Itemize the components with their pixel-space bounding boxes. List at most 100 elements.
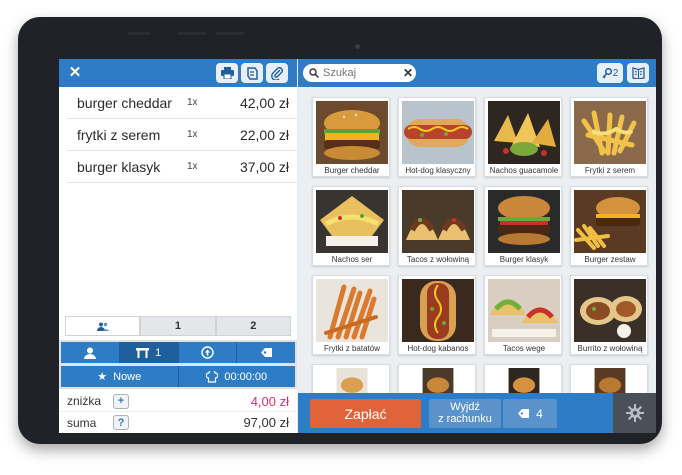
- product-label: Hot-dog klasyczny: [405, 166, 471, 175]
- product-card[interactable]: Frytki z batatów: [312, 275, 390, 355]
- timer-button[interactable]: 00:00:00: [178, 366, 295, 387]
- user-icon: [83, 347, 96, 359]
- order-info-bar: 1 ★ Nowe 00:00:00: [59, 340, 297, 389]
- sum-label: suma: [67, 415, 97, 430]
- product-card[interactable]: Nachos ser: [312, 186, 390, 266]
- product-card[interactable]: [312, 364, 390, 395]
- upload-button[interactable]: [178, 342, 238, 363]
- tab-1[interactable]: 1: [140, 316, 216, 336]
- product-card[interactable]: Burger klasyk: [484, 186, 562, 266]
- order-toolbar: ✕: [59, 59, 297, 87]
- product-label: Burger cheddar: [324, 166, 380, 175]
- sum-value: 97,00 zł: [243, 415, 289, 430]
- product-card[interactable]: Burger zestaw: [570, 186, 648, 266]
- tacos-beef-image: [402, 190, 474, 253]
- product-card[interactable]: [484, 364, 562, 395]
- discount-value: 4,00 zł: [250, 393, 289, 409]
- order-list: burger cheddar 1x 42,00 zł frytki z sere…: [67, 87, 297, 183]
- star-icon: ★: [97, 371, 108, 383]
- tablet-button: [216, 32, 244, 35]
- order-item-qty: 1x: [187, 97, 198, 108]
- menu-book-button[interactable]: [627, 63, 649, 83]
- table-icon: [136, 347, 150, 358]
- product-card[interactable]: Tacos wege: [484, 275, 562, 355]
- product-card[interactable]: Hot-dog kabanos: [398, 275, 476, 355]
- product-card[interactable]: Burrito z wołowiną: [570, 275, 648, 355]
- product-image: [594, 368, 626, 395]
- totals-panel: zniżka + 4,00 zł suma ? 97,00 zł: [59, 391, 297, 433]
- order-row[interactable]: burger klasyk 1x 37,00 zł: [67, 151, 297, 183]
- products-panel: ✕ 2 Burger cheddar Hot-dog kla: [298, 59, 656, 433]
- product-image: [508, 368, 540, 395]
- order-item-name: frytki z serem: [77, 126, 161, 143]
- tacos-veg-image: [488, 279, 560, 342]
- nachos-image: [488, 101, 560, 164]
- status-label: Nowe: [113, 370, 142, 383]
- order-item-price: 22,00 zł: [239, 126, 289, 143]
- info-row: ★ Nowe 00:00:00: [61, 366, 295, 387]
- key-button[interactable]: 2: [597, 63, 623, 83]
- sweet-potato-fries-image: [316, 279, 388, 342]
- nachos-cheese-image: [316, 190, 388, 253]
- product-card[interactable]: Nachos guacamole: [484, 97, 562, 177]
- product-card[interactable]: Frytki z serem: [570, 97, 648, 177]
- table-button[interactable]: 1: [119, 342, 179, 363]
- info-row: 1: [61, 342, 295, 363]
- exit-bill-button[interactable]: Wyjdź z rachunku: [429, 399, 501, 428]
- upload-circle-icon: [201, 346, 214, 359]
- tab-2[interactable]: 2: [215, 316, 291, 336]
- exit-label-line2: z rachunku: [438, 413, 492, 425]
- tags-button[interactable]: 4: [503, 399, 557, 428]
- split-button[interactable]: [241, 63, 263, 83]
- sum-row: suma ? 97,00 zł: [59, 412, 297, 433]
- product-card[interactable]: [398, 364, 476, 395]
- customer-button[interactable]: [61, 342, 120, 363]
- timer-value: 00:00:00: [224, 370, 268, 383]
- table-number: 1: [155, 346, 162, 359]
- product-label: Tacos z wołowiną: [406, 255, 470, 264]
- order-row[interactable]: burger cheddar 1x 42,00 zł: [67, 87, 297, 119]
- status-new-button[interactable]: ★ Nowe: [61, 366, 179, 387]
- clear-search-icon[interactable]: ✕: [403, 66, 413, 80]
- order-item-name: burger klasyk: [77, 158, 161, 175]
- order-item-price: 42,00 zł: [239, 94, 289, 111]
- product-card[interactable]: Tacos z wołowiną: [398, 186, 476, 266]
- sum-help-button[interactable]: ?: [113, 415, 129, 430]
- burger-classic-image: [488, 190, 560, 253]
- product-card[interactable]: Hot-dog klasyczny: [398, 97, 476, 177]
- product-card[interactable]: Burger cheddar: [312, 97, 390, 177]
- printer-icon: [220, 67, 234, 79]
- receipt-split-icon: [246, 66, 258, 80]
- product-label: Burger zestaw: [584, 255, 636, 264]
- burger-image: [316, 101, 388, 164]
- order-row[interactable]: frytki z serem 1x 22,00 zł: [67, 119, 297, 151]
- product-card[interactable]: [570, 364, 648, 395]
- tablet-frame: ✕ burger cheddar 1x 42,00 zł frytki z se…: [18, 17, 662, 444]
- gear-icon: [625, 404, 644, 422]
- print-button[interactable]: [216, 63, 238, 83]
- attach-button[interactable]: [266, 63, 288, 83]
- product-label: Frytki z serem: [584, 166, 636, 175]
- product-label: Tacos wege: [502, 344, 546, 353]
- discount-tag-button[interactable]: [237, 342, 295, 363]
- tag-count: 4: [536, 406, 543, 421]
- pay-button[interactable]: Zapłać: [310, 399, 421, 428]
- close-button[interactable]: ✕: [66, 64, 84, 82]
- add-discount-button[interactable]: +: [113, 393, 129, 409]
- settings-button[interactable]: [613, 393, 656, 433]
- chef-hat-icon: [206, 370, 219, 383]
- search-input[interactable]: [319, 67, 399, 79]
- burger-set-image: [574, 190, 646, 253]
- order-item-name: burger cheddar: [77, 94, 172, 111]
- key-count: 2: [612, 67, 619, 79]
- product-image: [422, 368, 454, 395]
- product-label: Hot-dog kabanos: [407, 344, 469, 353]
- hotdog-sausage-image: [402, 279, 474, 342]
- paperclip-icon: [270, 66, 283, 80]
- product-image: [336, 368, 368, 395]
- product-label: Frytki z batatów: [323, 344, 380, 353]
- tab-guests[interactable]: [65, 316, 141, 336]
- product-label: Nachos ser: [331, 255, 373, 264]
- search-icon: [309, 68, 319, 78]
- pos-screen: ✕ burger cheddar 1x 42,00 zł frytki z se…: [59, 59, 656, 433]
